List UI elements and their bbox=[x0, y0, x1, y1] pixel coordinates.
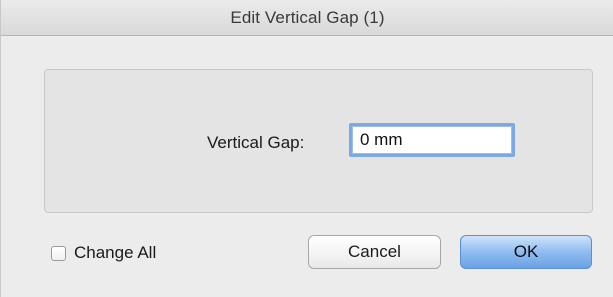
vertical-gap-label: Vertical Gap: bbox=[207, 133, 305, 152]
change-all-label[interactable]: Change All bbox=[74, 243, 156, 263]
change-all-checkbox[interactable] bbox=[51, 245, 66, 261]
window-title: Edit Vertical Gap (1) bbox=[230, 8, 385, 27]
ok-button[interactable]: OK bbox=[460, 235, 592, 269]
vertical-gap-input[interactable] bbox=[349, 123, 515, 157]
edit-vertical-gap-dialog: Edit Vertical Gap (1) Vertical Gap: Chan… bbox=[0, 0, 613, 297]
change-all-option[interactable]: Change All bbox=[51, 242, 156, 264]
cancel-button[interactable]: Cancel bbox=[308, 235, 441, 269]
title-bar[interactable]: Edit Vertical Gap (1) bbox=[1, 0, 613, 36]
